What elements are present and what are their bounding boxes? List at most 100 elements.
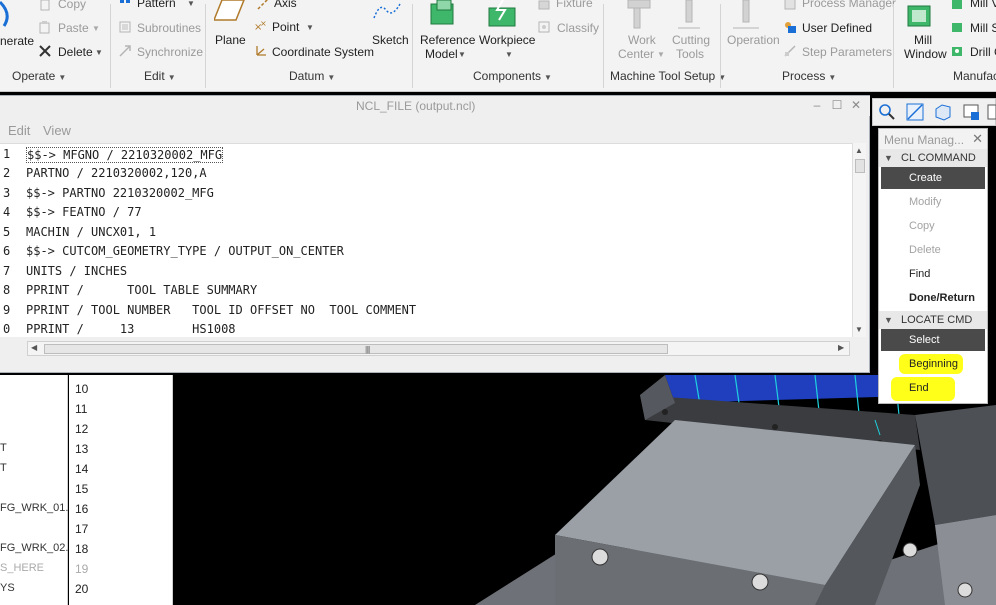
menu-item-find[interactable]: Find: [881, 263, 985, 285]
mill-window-button-line2[interactable]: Window: [904, 47, 947, 61]
minimize-icon[interactable]: –: [810, 98, 824, 112]
work-center-button[interactable]: Work: [628, 33, 656, 47]
reference-model-button-line2[interactable]: Model: [425, 47, 458, 61]
scroll-thumb[interactable]: [855, 159, 865, 173]
list-item[interactable]: FG_WRK_02.P: [0, 542, 76, 554]
reference-model-icon[interactable]: [427, 0, 461, 28]
manufacturing-group-label[interactable]: Manufac: [953, 69, 996, 87]
row-number: 10: [75, 382, 89, 396]
scroll-left-icon[interactable]: ◀: [31, 343, 37, 352]
list-item[interactable]: T: [0, 462, 7, 474]
datum-group-label[interactable]: Datum ▼: [289, 69, 335, 87]
pattern-dropdown-icon[interactable]: ▼: [187, 0, 195, 8]
cutting-tools-button-line2[interactable]: Tools: [676, 47, 704, 61]
operate-group-label[interactable]: Operate ▼: [12, 69, 66, 87]
saved-views-icon[interactable]: [961, 102, 981, 122]
zoom-in-icon[interactable]: [877, 102, 897, 122]
coordinate-system-button[interactable]: Coordinate System: [272, 45, 374, 59]
datum-group: Plane Axis × × Point ▼ Coordinate System …: [206, 0, 412, 92]
menu-item-select[interactable]: Select: [881, 329, 985, 351]
operation-button[interactable]: Operation: [727, 33, 780, 47]
paste-dropdown-icon[interactable]: ▼: [92, 24, 100, 33]
window-titlebar[interactable]: NCL_FILE (output.ncl) – ☐ ✕: [0, 96, 870, 116]
close-icon[interactable]: ✕: [849, 98, 863, 112]
subroutines-button[interactable]: Subroutines: [137, 21, 201, 35]
list-item[interactable]: S_HERE: [0, 562, 44, 574]
work-center-dropdown-icon[interactable]: ▼: [657, 50, 665, 59]
axis-button[interactable]: Axis: [274, 0, 297, 10]
user-defined-button[interactable]: User Defined: [802, 21, 872, 35]
scroll-up-icon[interactable]: ▲: [855, 146, 863, 155]
point-button[interactable]: Point: [272, 20, 299, 34]
scroll-right-icon[interactable]: ▶: [838, 343, 844, 352]
sketch-button[interactable]: Sketch: [372, 33, 409, 47]
scroll-down-icon[interactable]: ▼: [855, 325, 863, 334]
generate-button-label[interactable]: nerate: [0, 34, 34, 48]
synchronize-button[interactable]: Synchronize: [137, 45, 203, 59]
cutting-tools-button[interactable]: Cutting: [672, 33, 710, 47]
horizontal-scrollbar[interactable]: ◀ |||| ▶: [27, 341, 850, 356]
refit-icon[interactable]: [905, 102, 925, 122]
cl-command-section-header[interactable]: ▼ CL COMMAND: [879, 149, 987, 167]
workpiece-dropdown-icon[interactable]: ▼: [505, 50, 513, 59]
more-tools-icon[interactable]: [987, 102, 996, 122]
mill-surface-button[interactable]: Mill S: [970, 21, 996, 35]
sketch-icon[interactable]: [372, 0, 402, 24]
menu-item-end[interactable]: End: [881, 377, 985, 399]
menu-view[interactable]: View: [43, 123, 71, 138]
scroll-thumb[interactable]: ||||: [44, 344, 668, 354]
collapse-icon[interactable]: ▼: [884, 315, 893, 325]
step-parameters-button[interactable]: Step Parameters: [802, 45, 892, 59]
plane-button[interactable]: Plane: [215, 33, 246, 47]
delete-button[interactable]: Delete: [58, 45, 93, 59]
collapse-icon[interactable]: ▼: [884, 153, 893, 163]
menu-item-modify[interactable]: Modify: [881, 191, 985, 213]
copy-button[interactable]: Copy: [58, 0, 86, 11]
point-dropdown-icon[interactable]: ▼: [306, 23, 314, 32]
mill-window-button[interactable]: Mill: [914, 33, 932, 47]
row-number: 14: [75, 462, 89, 476]
edit-group-label[interactable]: Edit ▼: [144, 69, 176, 87]
menu-manager-titlebar[interactable]: Menu Manag... ✕: [879, 129, 987, 149]
generate-icon[interactable]: [0, 0, 20, 30]
list-item[interactable]: FG_WRK_01.P: [0, 502, 76, 514]
delete-dropdown-icon[interactable]: ▼: [95, 48, 103, 57]
display-style-icon[interactable]: [933, 102, 953, 122]
maximize-icon[interactable]: ☐: [830, 98, 844, 112]
operation-icon[interactable]: [731, 0, 761, 30]
locate-cmd-section-header[interactable]: ▼ LOCATE CMD: [879, 311, 987, 329]
cutting-tools-icon[interactable]: [674, 0, 706, 30]
components-group-label[interactable]: Components ▼: [473, 69, 552, 87]
code-editor[interactable]: 1 $$-> MFGNO / 2210320002_MFG 2 PARTNO / 2…: [0, 143, 852, 337]
mill-surface-icon: [950, 20, 964, 34]
list-item[interactable]: YS: [0, 582, 15, 594]
manufacturing-group: Mill Window Mill V Mill S Drill G Manufa…: [894, 0, 996, 92]
vertical-scrollbar[interactable]: ▲ ▼: [852, 143, 866, 337]
menu-item-beginning[interactable]: Beginning: [881, 353, 985, 375]
work-center-icon[interactable]: [624, 0, 656, 30]
pattern-button[interactable]: Pattern: [137, 0, 176, 10]
mill-window-icon[interactable]: [906, 2, 936, 30]
close-icon[interactable]: ✕: [972, 131, 983, 147]
menu-edit[interactable]: Edit: [8, 123, 30, 138]
menu-item-copy[interactable]: Copy: [881, 215, 985, 237]
menu-item-done-return[interactable]: Done/Return: [881, 287, 985, 309]
drill-group-button[interactable]: Drill G: [970, 45, 996, 59]
workpiece-button[interactable]: Workpiece: [479, 33, 535, 47]
reference-model-dropdown-icon[interactable]: ▼: [458, 50, 466, 59]
classify-button[interactable]: Classify: [557, 21, 599, 35]
list-item[interactable]: T: [0, 442, 7, 454]
process-manager-button[interactable]: Process Manager: [802, 0, 896, 10]
plane-icon[interactable]: [214, 0, 246, 22]
mill-volume-button[interactable]: Mill V: [970, 0, 996, 10]
fixture-button[interactable]: Fixture: [556, 0, 593, 10]
machine-tool-setup-group-label[interactable]: Machine Tool Setup ▼: [610, 69, 726, 87]
workpiece-icon[interactable]: [485, 0, 521, 28]
paste-button[interactable]: Paste: [58, 21, 89, 35]
menu-item-delete[interactable]: Delete: [881, 239, 985, 261]
process-group-label[interactable]: Process ▼: [782, 69, 836, 87]
graphics-viewport[interactable]: [175, 375, 996, 605]
menu-item-create[interactable]: Create: [881, 167, 985, 189]
work-center-button-line2[interactable]: Center: [618, 47, 654, 61]
reference-model-button[interactable]: Reference: [420, 33, 475, 47]
